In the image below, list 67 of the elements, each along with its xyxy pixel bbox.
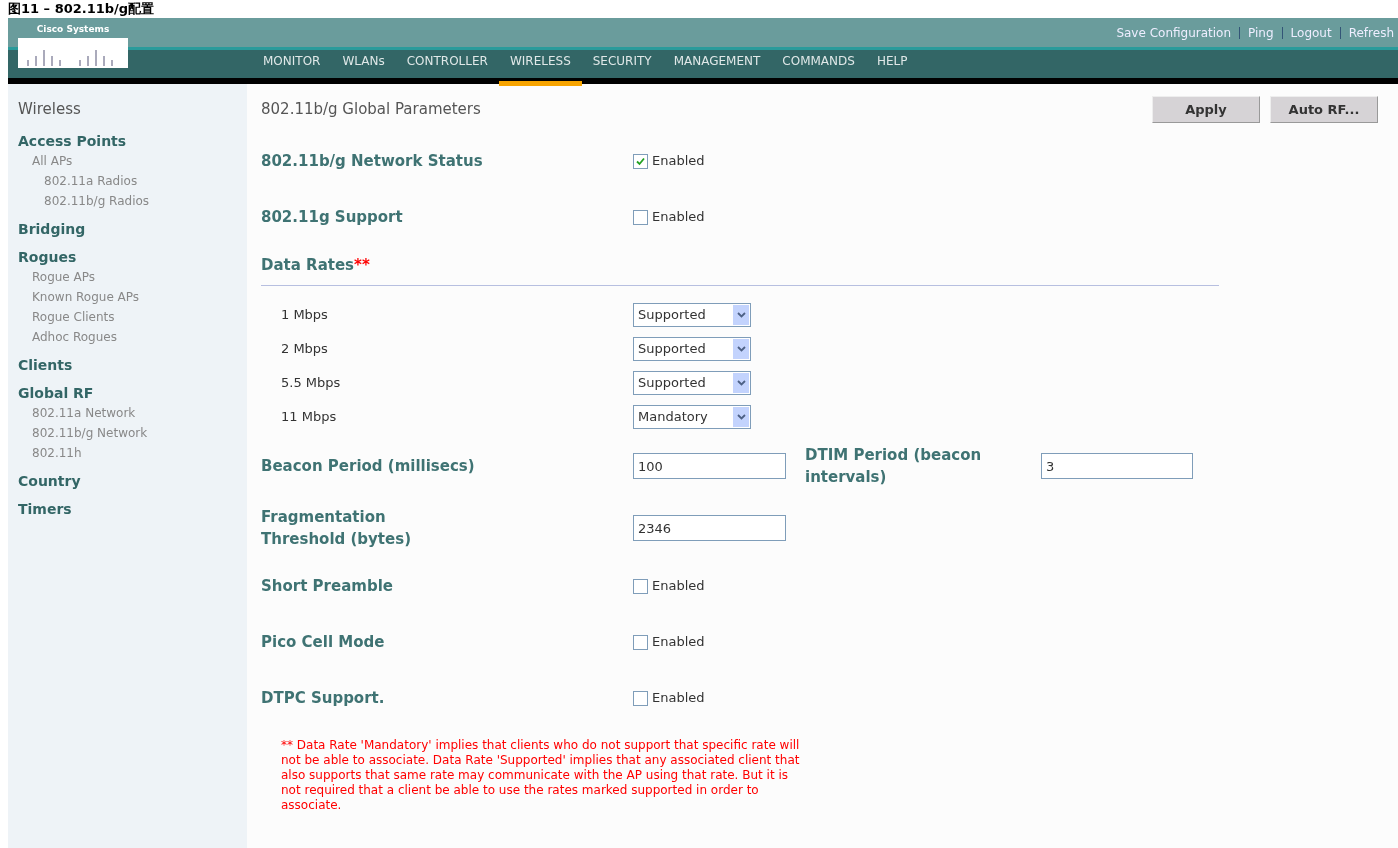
- field-label: DTPC Support.: [261, 687, 386, 709]
- action-button[interactable]: Apply: [1152, 96, 1260, 123]
- nav-tab[interactable]: COMMANDS: [771, 50, 866, 86]
- rate-select[interactable]: Supported: [633, 337, 751, 361]
- field-label: Fragmentation Threshold (bytes): [261, 507, 412, 550]
- field-label: Beacon Period (millisecs): [261, 455, 476, 477]
- rate-label: 5.5 Mbps: [280, 374, 342, 393]
- sidebar-section[interactable]: Timers: [18, 498, 247, 519]
- field-label: 802.11g Support: [261, 206, 404, 228]
- field-label: 802.11b/g Network Status: [261, 150, 484, 172]
- rate-select[interactable]: Mandatory: [633, 405, 751, 429]
- sidebar-item[interactable]: All APs: [18, 150, 247, 171]
- sidebar-item[interactable]: Known Rogue APs: [18, 286, 247, 307]
- checkbox-label: Enabled: [652, 577, 705, 596]
- nav-tab[interactable]: WLANs: [331, 50, 396, 86]
- sidebar-section[interactable]: Bridging: [18, 218, 247, 239]
- field-label: Short Preamble: [261, 575, 394, 597]
- checkbox[interactable]: [633, 153, 648, 169]
- section-heading: Data Rates**: [261, 256, 370, 274]
- footnote: ** Data Rate 'Mandatory' implies that clients who do not support that specific rate will not be able to associate. Data Rate 'Supported' implies that any associated client that also supports that same rate may communicate with the AP using that rate. But it is not required that a client be able to use the rates marked supported in order to associate.: [281, 738, 801, 813]
- sidebar-title: Wireless: [18, 99, 82, 120]
- checkbox[interactable]: [633, 634, 648, 650]
- header-link[interactable]: Logout: [1290, 23, 1332, 42]
- checkbox-label: Enabled: [652, 689, 705, 708]
- sidebar-section[interactable]: Global RF: [18, 382, 247, 403]
- field-label: DTIM Period (beacon intervals): [804, 445, 983, 488]
- figure-caption: 图11 – 802.11b/g配置: [7, 0, 156, 18]
- logo: Cisco Systems: [8, 18, 138, 74]
- checkbox-label: Enabled: [652, 633, 705, 652]
- sidebar-section[interactable]: Rogues: [18, 246, 247, 267]
- checkbox[interactable]: [633, 209, 648, 225]
- rate-select[interactable]: Supported: [633, 303, 751, 327]
- header-link[interactable]: Refresh: [1348, 23, 1394, 42]
- nav-tab[interactable]: MONITOR: [252, 50, 332, 86]
- rate-label: 11 Mbps: [280, 408, 338, 427]
- field-label: Pico Cell Mode: [261, 631, 386, 653]
- sidebar-item[interactable]: 802.11b/g Network: [18, 422, 247, 443]
- input-field[interactable]: 3: [1041, 453, 1193, 479]
- rate-label: 1 Mbps: [280, 306, 329, 325]
- nav-tab[interactable]: SECURITY: [581, 50, 663, 86]
- sidebar-item[interactable]: 802.11h: [18, 442, 247, 463]
- sidebar-item[interactable]: 802.11a Network: [18, 402, 247, 423]
- sidebar-item[interactable]: Rogue APs: [18, 266, 247, 287]
- sidebar-section[interactable]: Country: [18, 470, 247, 491]
- checkbox-label: Enabled: [652, 152, 705, 171]
- nav-tab[interactable]: MANAGEMENT: [662, 50, 772, 86]
- sidebar-item[interactable]: Rogue Clients: [18, 306, 247, 327]
- bridge-logo-icon: [18, 38, 128, 68]
- sidebar-section[interactable]: Clients: [18, 354, 247, 375]
- sidebar-item[interactable]: Adhoc Rogues: [18, 326, 247, 347]
- checkmark-icon: [636, 156, 645, 166]
- sidebar-section[interactable]: Access Points: [18, 130, 247, 151]
- sidebar-item[interactable]: 802.11a Radios: [18, 170, 247, 191]
- input-field[interactable]: 2346: [633, 515, 786, 541]
- nav-tab[interactable]: CONTROLLER: [395, 50, 499, 86]
- checkbox[interactable]: [633, 578, 648, 594]
- page-title: 802.11b/g Global Parameters: [261, 99, 481, 121]
- input-field[interactable]: 100: [633, 453, 786, 479]
- checkbox-label: Enabled: [652, 208, 705, 227]
- nav-tab[interactable]: HELP: [865, 50, 919, 86]
- sidebar-item[interactable]: 802.11b/g Radios: [18, 190, 247, 211]
- rate-label: 2 Mbps: [280, 340, 329, 359]
- rate-select[interactable]: Supported: [633, 371, 751, 395]
- header-link[interactable]: Save Configuration: [1116, 23, 1232, 42]
- action-button[interactable]: Auto RF...: [1270, 96, 1378, 123]
- header-link[interactable]: Ping: [1248, 23, 1274, 42]
- checkbox[interactable]: [633, 690, 648, 706]
